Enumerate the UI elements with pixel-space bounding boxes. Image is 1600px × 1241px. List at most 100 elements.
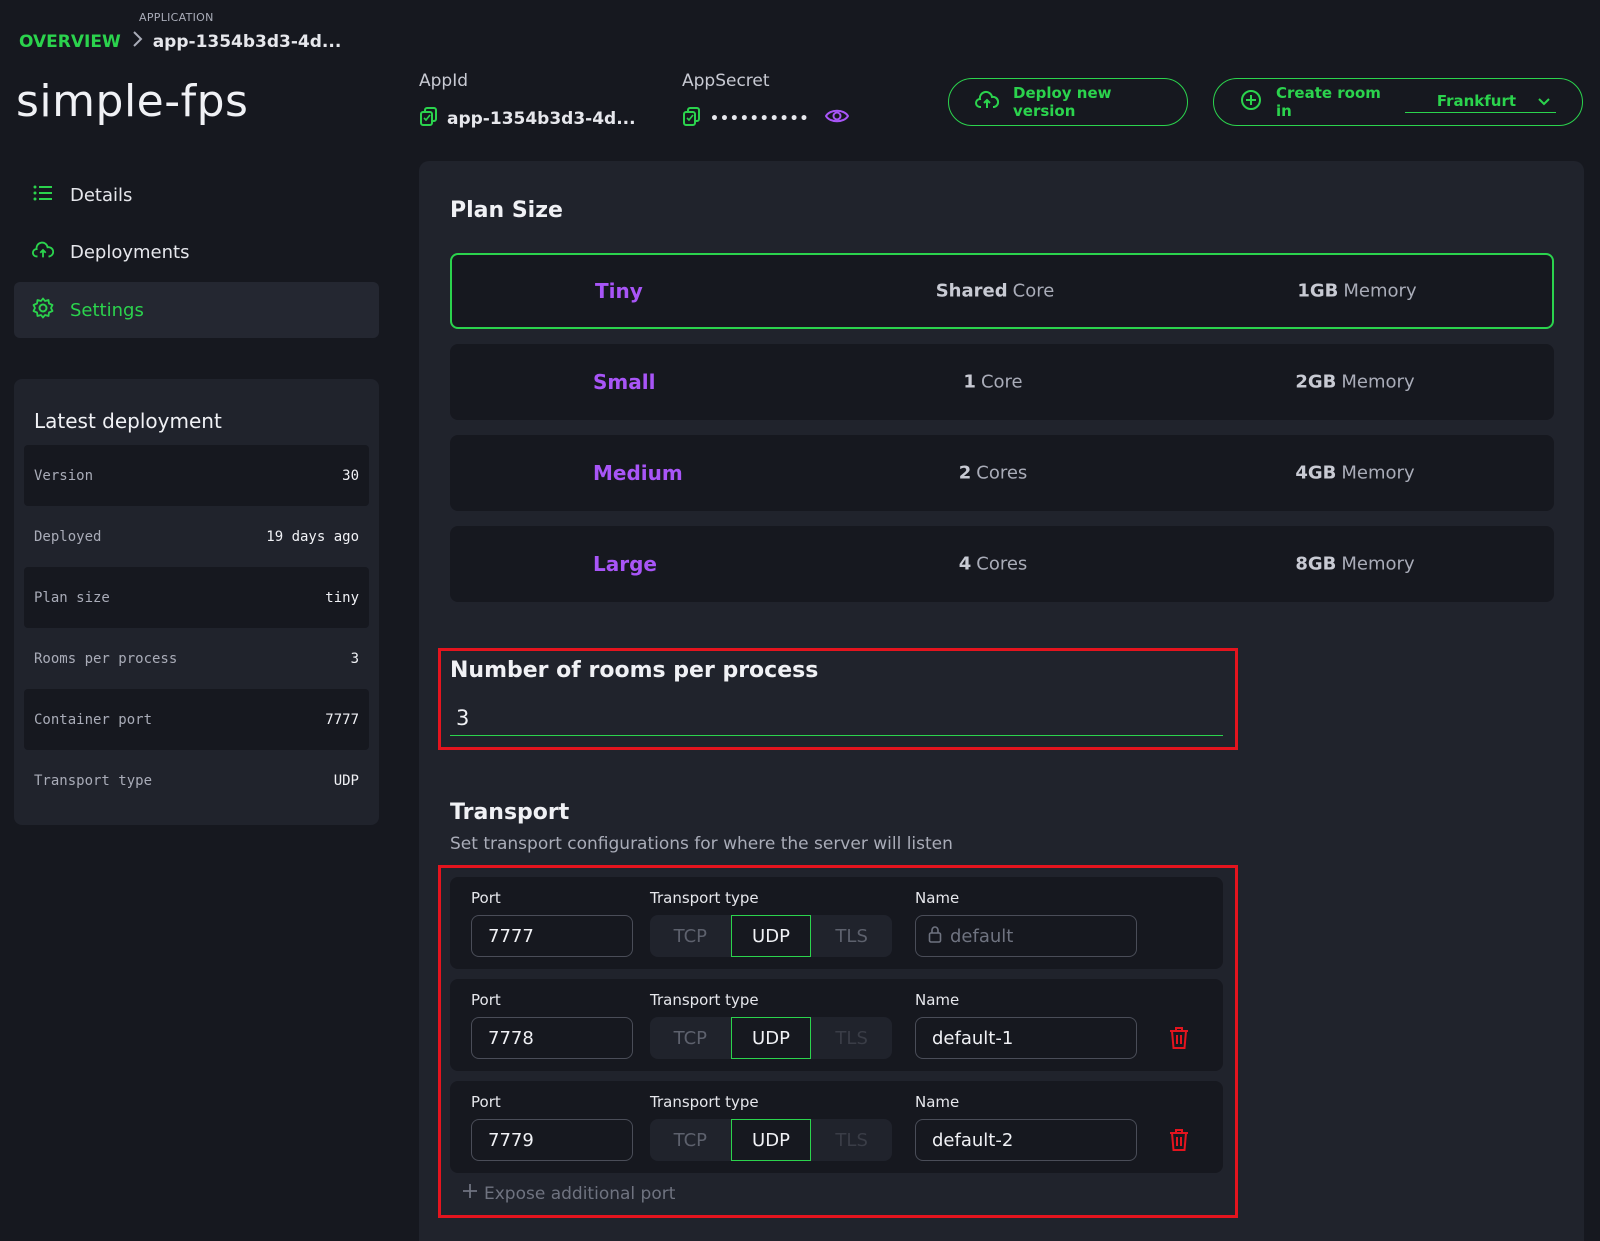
trash-icon[interactable]: [1168, 1128, 1190, 1152]
create-room-label: Create room in: [1276, 84, 1381, 120]
sidebar-item-details[interactable]: Details: [14, 167, 379, 223]
port-row: Port Transport type Name 7779 TCP UDP TL…: [450, 1081, 1223, 1173]
deployment-row-deployed: Deployed 19 days ago: [24, 506, 369, 567]
lock-icon: [928, 925, 942, 948]
name-value: default: [950, 925, 1014, 947]
transport-option-tcp[interactable]: TCP: [650, 1119, 731, 1161]
latest-deployment-title: Latest deployment: [34, 409, 222, 433]
appid-label: AppId: [419, 71, 469, 91]
copy-icon[interactable]: [419, 106, 439, 131]
expose-label: Expose additional port: [484, 1183, 676, 1204]
row-value: 30: [342, 467, 359, 484]
row-key: Deployed: [34, 528, 102, 545]
sidebar-item-label: Details: [70, 184, 133, 206]
copy-icon[interactable]: [682, 106, 702, 131]
latest-deployment-card: Latest deployment Version 30 Deployed 19…: [14, 379, 379, 825]
appid-value: app-1354b3d3-4d...: [419, 106, 636, 131]
transport-option-udp[interactable]: UDP: [730, 1017, 812, 1059]
transport-type-segmented: TCP UDP TLS: [650, 1119, 892, 1161]
create-room-button[interactable]: Create room in Frankfurt: [1213, 78, 1583, 126]
deployment-row-rooms: Rooms per process 3: [24, 628, 369, 689]
row-key: Plan size: [34, 589, 110, 606]
appsecret-label: AppSecret: [682, 71, 770, 91]
port-label: Port: [471, 889, 501, 907]
transport-option-udp[interactable]: UDP: [730, 915, 812, 957]
plan-option-small[interactable]: Small 1 Core 2GB Memory: [450, 344, 1554, 420]
row-key: Version: [34, 467, 94, 484]
plan-name: Small: [593, 370, 656, 394]
cloud-upload-icon: [32, 239, 55, 266]
breadcrumb-section-label: APPLICATION: [139, 11, 214, 24]
breadcrumb: OVERVIEW app-1354b3d3-4d...: [19, 30, 341, 53]
plus-circle-icon: [1240, 89, 1262, 115]
plan-option-large[interactable]: Large 4 Cores 8GB Memory: [450, 526, 1554, 602]
plan-option-medium[interactable]: Medium 2 Cores 4GB Memory: [450, 435, 1554, 511]
transport-type-label: Transport type: [650, 1093, 759, 1111]
page-title: simple-fps: [16, 76, 249, 127]
row-value: tiny: [325, 589, 359, 606]
transport-type-segmented: TCP UDP TLS: [650, 1017, 892, 1059]
appsecret-masked: ••••••••••: [710, 110, 810, 127]
name-input[interactable]: default-2: [915, 1119, 1137, 1161]
plan-size-title: Plan Size: [450, 198, 563, 223]
sidebar-item-deployments[interactable]: Deployments: [14, 224, 379, 280]
transport-option-tcp[interactable]: TCP: [650, 915, 731, 957]
transport-option-tls: TLS: [835, 1129, 868, 1151]
list-icon: [32, 182, 54, 209]
transport-option-tls: TLS: [835, 1027, 868, 1049]
expose-additional-port-button[interactable]: Expose additional port: [462, 1183, 675, 1204]
deploy-new-version-button[interactable]: Deploy new version: [948, 78, 1188, 126]
breadcrumb-overview-link[interactable]: OVERVIEW: [19, 32, 121, 52]
region-selected: Frankfurt: [1436, 91, 1517, 110]
name-label: Name: [915, 889, 960, 907]
port-input[interactable]: 7778: [471, 1017, 633, 1059]
name-label: Name: [915, 1093, 960, 1111]
sidebar-item-label: Settings: [70, 299, 144, 321]
region-select[interactable]: Frankfurt: [1404, 91, 1556, 113]
row-value: 3: [350, 650, 359, 667]
plan-option-tiny[interactable]: Tiny Shared Core 1GB Memory: [450, 253, 1554, 329]
deployment-row-version: Version 30: [24, 445, 369, 506]
deployment-row-transport-type: Transport type UDP: [24, 750, 369, 811]
row-key: Container port: [34, 711, 153, 728]
gear-icon: [32, 297, 54, 324]
transport-option-tcp[interactable]: TCP: [650, 1017, 731, 1059]
name-input-locked: default: [915, 915, 1137, 957]
port-row: Port Transport type Name 7777 TCP UDP TL…: [450, 877, 1223, 969]
row-value: UDP: [333, 772, 359, 789]
port-input[interactable]: 7779: [471, 1119, 633, 1161]
appid-text: app-1354b3d3-4d...: [447, 108, 636, 129]
row-value: 7777: [325, 711, 359, 728]
port-label: Port: [471, 1093, 501, 1111]
name-label: Name: [915, 991, 960, 1009]
row-key: Transport type: [34, 772, 153, 789]
port-input[interactable]: 7777: [471, 915, 633, 957]
rooms-per-process-input[interactable]: 3: [450, 706, 1223, 736]
transport-option-tls[interactable]: TLS: [811, 915, 892, 957]
deployment-row-container-port: Container port 7777: [24, 689, 369, 750]
row-key: Rooms per process: [34, 650, 178, 667]
sidebar-item-label: Deployments: [70, 241, 190, 263]
rooms-per-process-title: Number of rooms per process: [450, 658, 819, 683]
port-label: Port: [471, 991, 501, 1009]
cloud-upload-icon: [975, 90, 1000, 114]
plan-name: Medium: [593, 461, 683, 485]
plan-name: Large: [593, 552, 657, 576]
plan-name: Tiny: [595, 279, 643, 303]
name-input[interactable]: default-1: [915, 1017, 1137, 1059]
transport-option-udp[interactable]: UDP: [730, 1119, 812, 1161]
trash-icon[interactable]: [1168, 1026, 1190, 1050]
plus-icon: [462, 1183, 478, 1204]
transport-subtitle: Set transport configurations for where t…: [450, 834, 953, 854]
sidebar-item-settings[interactable]: Settings: [14, 282, 379, 338]
port-row: Port Transport type Name 7778 TCP UDP TL…: [450, 979, 1223, 1071]
deploy-button-label: Deploy new version: [1013, 84, 1112, 120]
row-value: 19 days ago: [266, 528, 359, 545]
breadcrumb-current: app-1354b3d3-4d...: [152, 31, 342, 52]
transport-type-label: Transport type: [650, 889, 759, 907]
chevron-right-icon: [131, 30, 143, 53]
transport-type-segmented: TCP UDP TLS: [650, 915, 892, 957]
eye-icon[interactable]: [817, 107, 850, 130]
transport-type-label: Transport type: [650, 991, 759, 1009]
deployment-row-plan-size: Plan size tiny: [24, 567, 369, 628]
